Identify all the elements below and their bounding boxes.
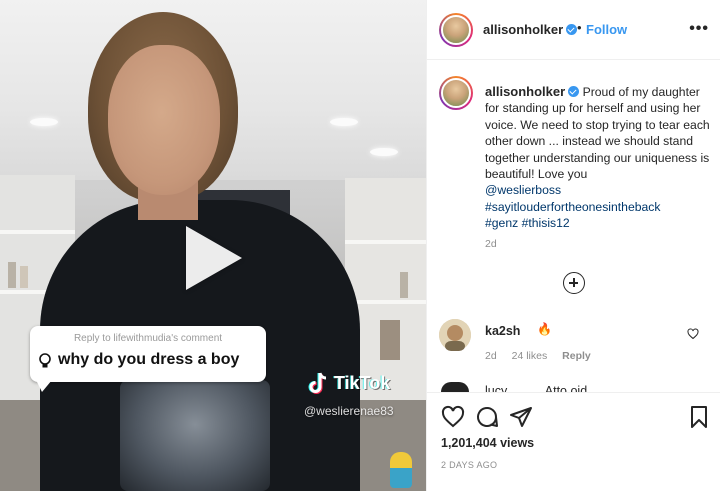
avatar-image: [441, 78, 471, 108]
view-count[interactable]: 1,201,404 views: [441, 436, 534, 450]
reply-text: why do you dress a boy: [58, 351, 240, 368]
post-panel: allisonholker • Follow ••• allisonholker…: [426, 0, 720, 491]
header-username[interactable]: allisonholker: [483, 22, 578, 37]
verified-badge-icon: [566, 24, 578, 35]
hashtag-link[interactable]: #genz: [485, 216, 518, 230]
avatar-image: [441, 15, 471, 45]
post-date: 2 DAYS AGO: [441, 460, 498, 470]
tiktok-label: TikTok: [334, 372, 391, 393]
bookmark-icon[interactable]: [687, 405, 711, 429]
caption-time: 2d: [485, 238, 497, 250]
verified-badge-icon: [568, 86, 580, 97]
mention-link[interactable]: @weslierboss: [485, 183, 561, 197]
book: [380, 320, 400, 360]
shelf: [345, 240, 426, 244]
fire-icon: 🔥: [537, 322, 552, 336]
heart-icon[interactable]: [441, 405, 465, 429]
avatar[interactable]: [439, 13, 473, 47]
book: [8, 262, 16, 288]
comment-meta: 2d 24 likes Reply: [485, 350, 603, 362]
video-player[interactable]: Reply to lifewithmudia's comment why do …: [0, 0, 426, 491]
ceiling-light: [330, 118, 358, 126]
follow-button[interactable]: Follow: [586, 22, 627, 37]
reply-button[interactable]: Reply: [562, 350, 591, 362]
hashtag-link[interactable]: #thisis12: [522, 216, 570, 230]
tiktok-reply-bubble: Reply to lifewithmudia's comment why do …: [30, 326, 266, 392]
action-bar: 1,201,404 views 2 DAYS AGO: [427, 392, 720, 491]
comment-avatar[interactable]: [439, 319, 471, 351]
ceiling-light: [30, 118, 58, 126]
hashtag-link[interactable]: #sayitlouderfortheonesintheback: [485, 200, 660, 214]
caption-username[interactable]: allisonholker: [485, 84, 580, 99]
post-caption: allisonholker Proud of my daughter for s…: [485, 84, 713, 232]
more-options-icon[interactable]: •••: [689, 20, 709, 38]
lightbulb-icon: [39, 353, 51, 368]
post-header: allisonholker • Follow •••: [427, 0, 720, 60]
shirt-graphic: [120, 380, 270, 491]
person-face: [108, 45, 220, 195]
comment-text-partial: lucy_____ Atto oid: [485, 384, 588, 392]
shelf: [0, 230, 75, 234]
caption-text: Proud of my daughter for standing up for…: [485, 85, 710, 182]
play-icon[interactable]: [186, 226, 242, 290]
tiktok-handle: @weslierenae83: [304, 404, 394, 418]
header-username-text: allisonholker: [483, 22, 564, 37]
plus-circle-icon[interactable]: [563, 272, 585, 294]
comment-icon[interactable]: [475, 405, 499, 429]
ceiling-light: [370, 148, 398, 156]
tiktok-watermark: TikTok: [308, 370, 390, 396]
comment-username[interactable]: ka2sh: [485, 324, 520, 338]
figurine: [390, 452, 412, 488]
avatar-image: [439, 319, 471, 351]
caption-username-text: allisonholker: [485, 84, 566, 99]
comment-time: 2d: [485, 350, 497, 362]
comment-avatar[interactable]: [441, 382, 469, 392]
book: [20, 266, 28, 288]
paper-plane-icon[interactable]: [509, 405, 533, 429]
heart-icon[interactable]: [687, 328, 699, 340]
tiktok-logo-icon: [308, 372, 327, 394]
reply-header: Reply to lifewithmudia's comment: [73, 333, 223, 344]
book: [400, 272, 408, 298]
caption-avatar[interactable]: [439, 76, 473, 110]
separator-dot: •: [577, 20, 582, 35]
comment-likes[interactable]: 24 likes: [512, 350, 548, 362]
